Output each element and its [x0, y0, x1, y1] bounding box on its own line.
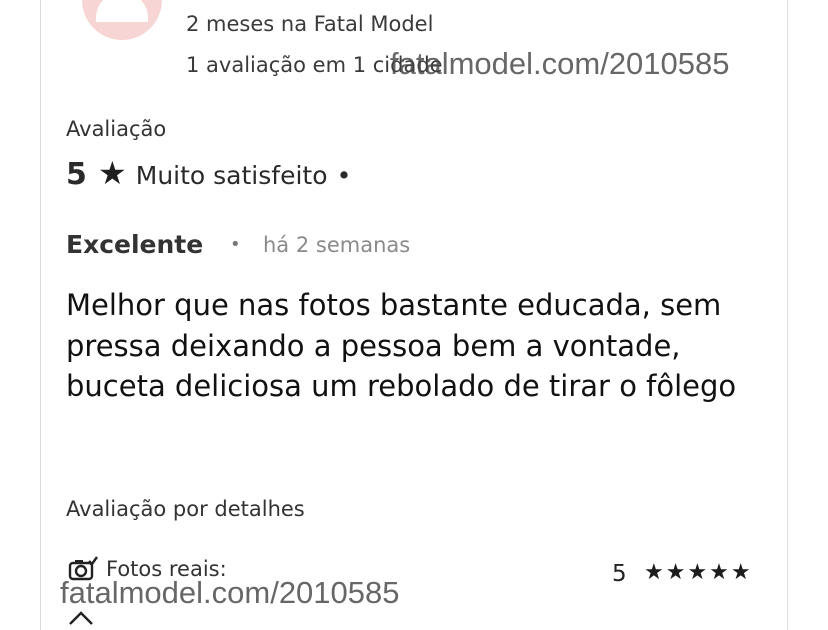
detail-row-icon — [69, 611, 93, 625]
review-body: Melhor que nas fotos bastante educada, s… — [66, 288, 737, 403]
details-heading: Avaliação por detalhes — [66, 497, 305, 521]
rating-separator: • — [336, 161, 352, 190]
watermark-bottom: fatalmodel.com/2010585 — [60, 575, 400, 610]
member-since: 2 meses na Fatal Model — [186, 12, 434, 36]
detail-stars: ★★★★★ — [644, 560, 753, 585]
watermark-top: fatalmodel.com/2010585 — [390, 46, 730, 81]
detail-score: 5 — [612, 561, 627, 587]
review-title: Excelente — [66, 230, 204, 259]
star-icon: ★ — [97, 154, 127, 192]
rating-score: 5 — [66, 157, 87, 192]
rating-heading: Avaliação — [66, 117, 167, 141]
review-time: há 2 semanas — [263, 233, 411, 257]
title-separator: • — [230, 234, 241, 255]
rating-label: Muito satisfeito — [135, 161, 328, 190]
rating-summary: 5 ★ Muito satisfeito • — [66, 154, 351, 192]
avatar-shirt — [96, 0, 148, 22]
